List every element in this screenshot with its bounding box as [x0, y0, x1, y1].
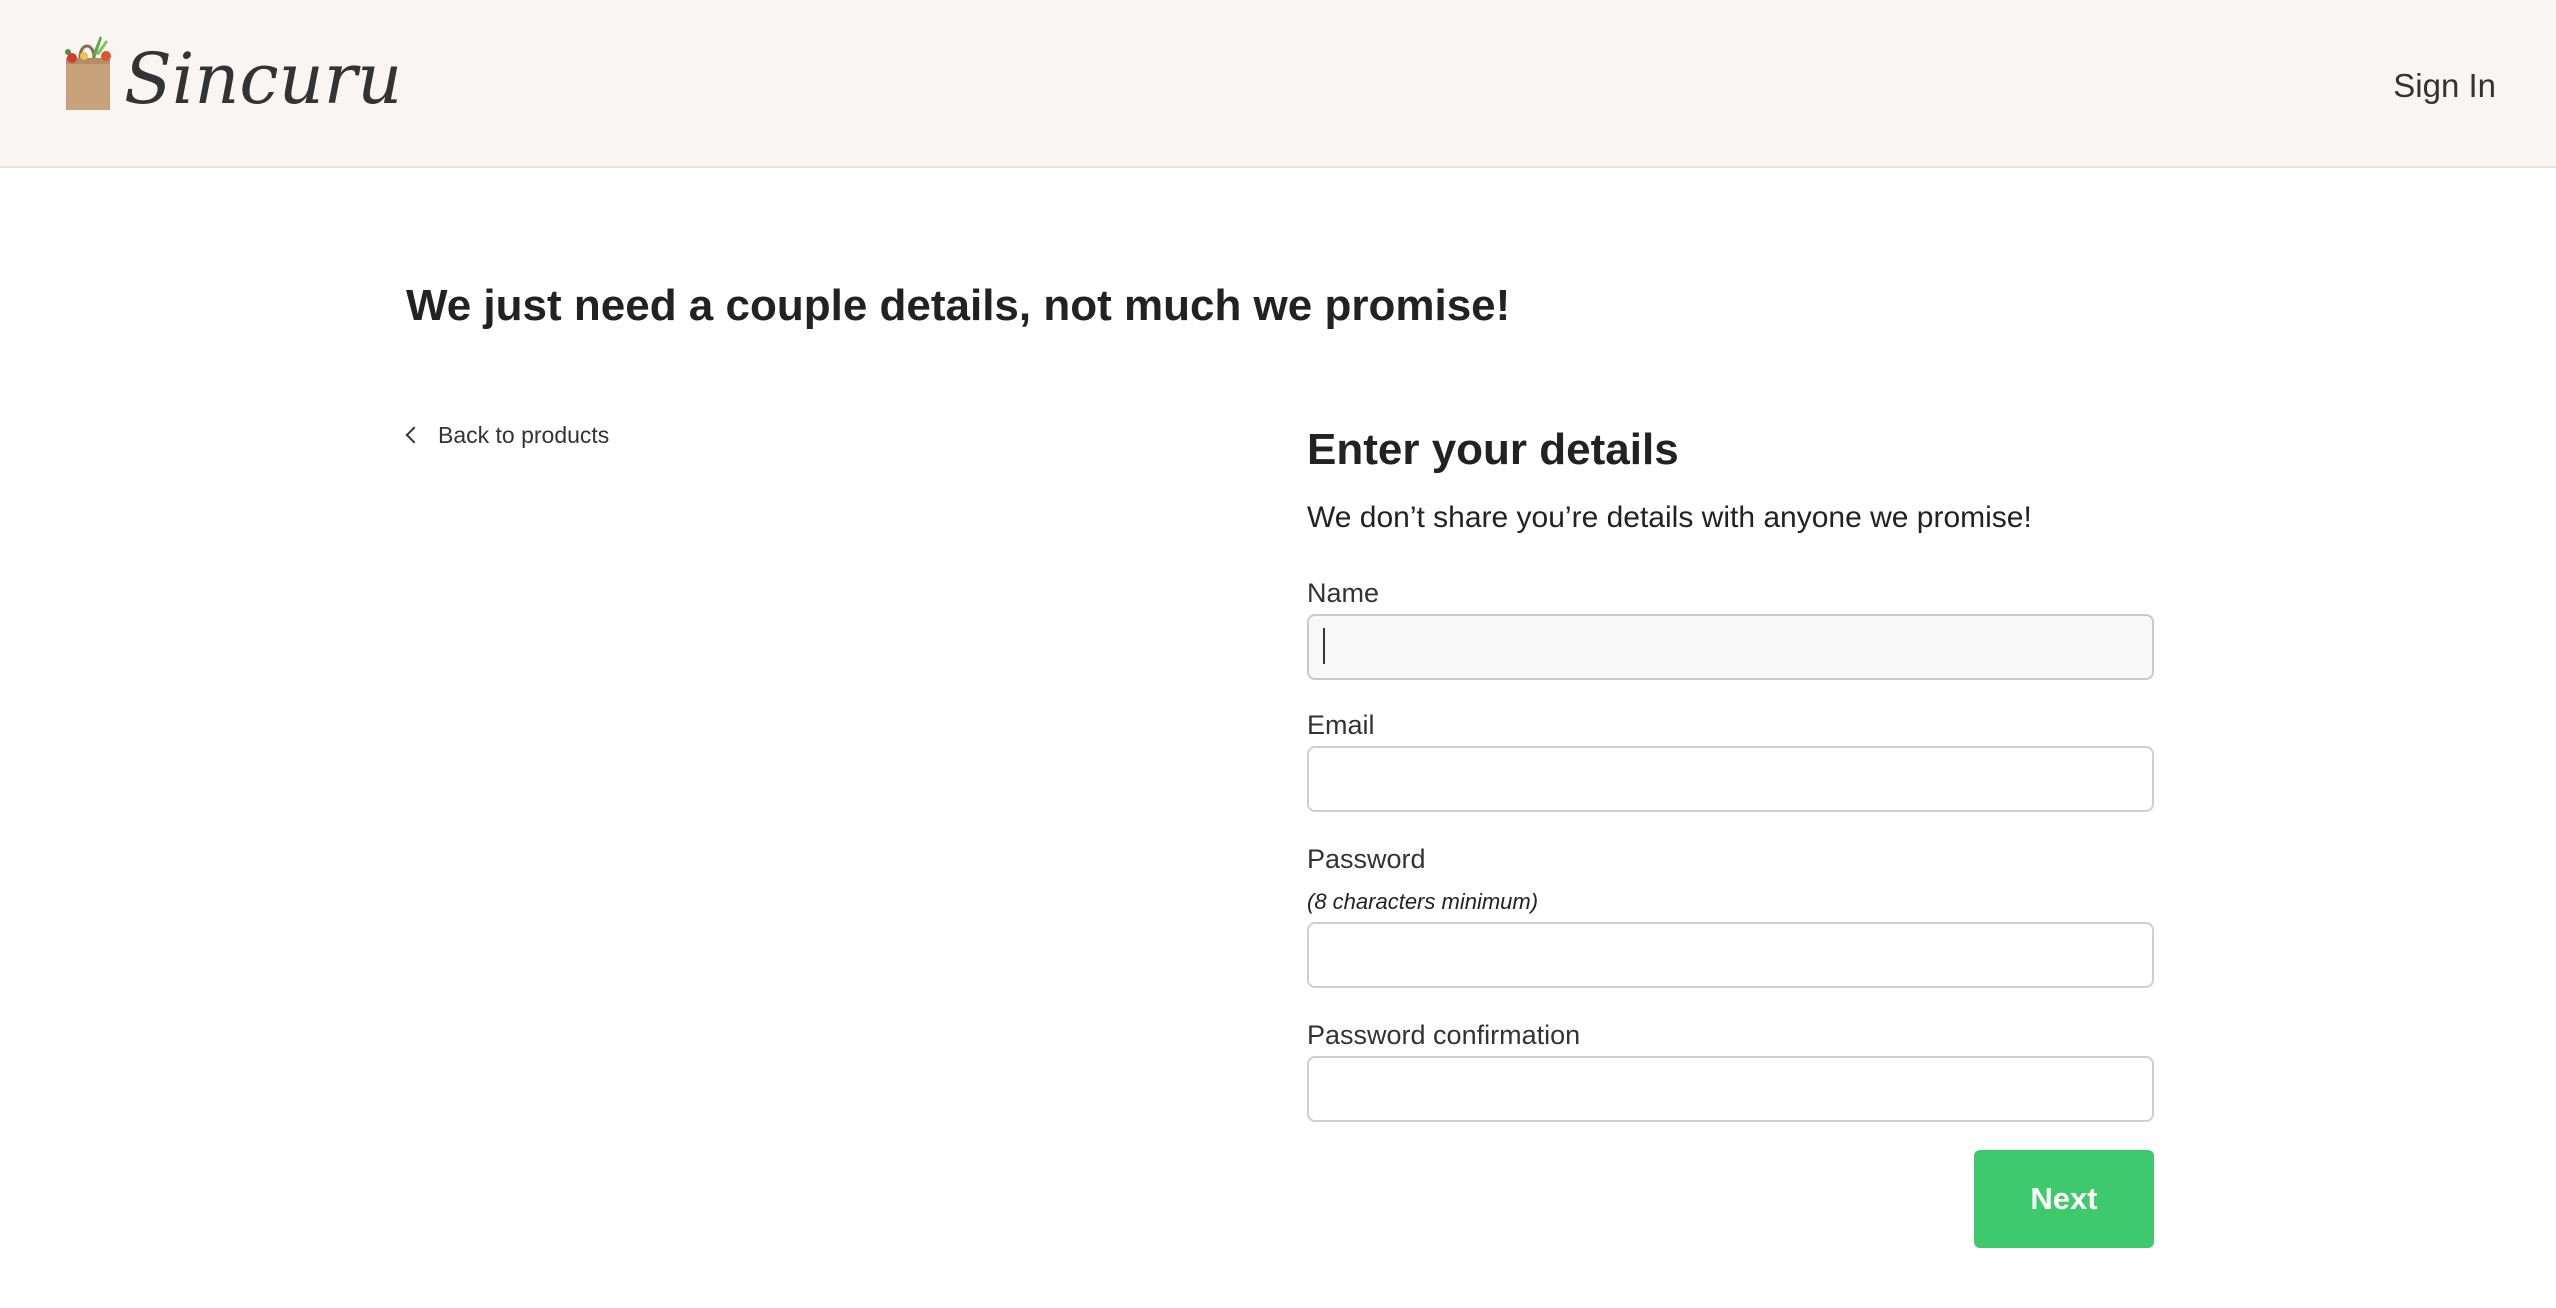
password-confirmation-label: Password confirmation [1307, 1020, 1581, 1050]
chevron-left-icon [405, 426, 423, 444]
password-hint: (8 characters minimum) [1307, 889, 1539, 914]
details-form: Enter your details We don’t share you’re… [1307, 418, 2154, 1248]
brand-logo[interactable]: Sincuru [62, 26, 403, 120]
password-confirmation-field[interactable] [1307, 1056, 2154, 1122]
next-button[interactable]: Next [1974, 1150, 2154, 1248]
site-header: Sincuru Sign In [0, 0, 2556, 168]
grocery-bag-icon [65, 36, 111, 110]
form-heading: Enter your details [1307, 425, 1679, 474]
back-to-products-link[interactable]: Back to products [404, 418, 609, 452]
brand-name: Sincuru [124, 38, 403, 120]
email-label: Email [1307, 710, 1375, 740]
name-field[interactable] [1307, 614, 2154, 680]
sign-in-link[interactable]: Sign In [2393, 66, 2496, 106]
name-label: Name [1307, 578, 1380, 608]
page-title: We just need a couple details, not much … [406, 281, 1511, 330]
email-field[interactable] [1307, 746, 2154, 812]
password-label: Password [1307, 844, 1426, 874]
text-cursor [1323, 628, 1325, 664]
password-field[interactable] [1307, 922, 2154, 988]
back-link-label: Back to products [438, 422, 610, 448]
name-field-wrapper [1307, 614, 2154, 680]
form-subheading: We don’t share you’re details with anyon… [1307, 501, 2032, 534]
